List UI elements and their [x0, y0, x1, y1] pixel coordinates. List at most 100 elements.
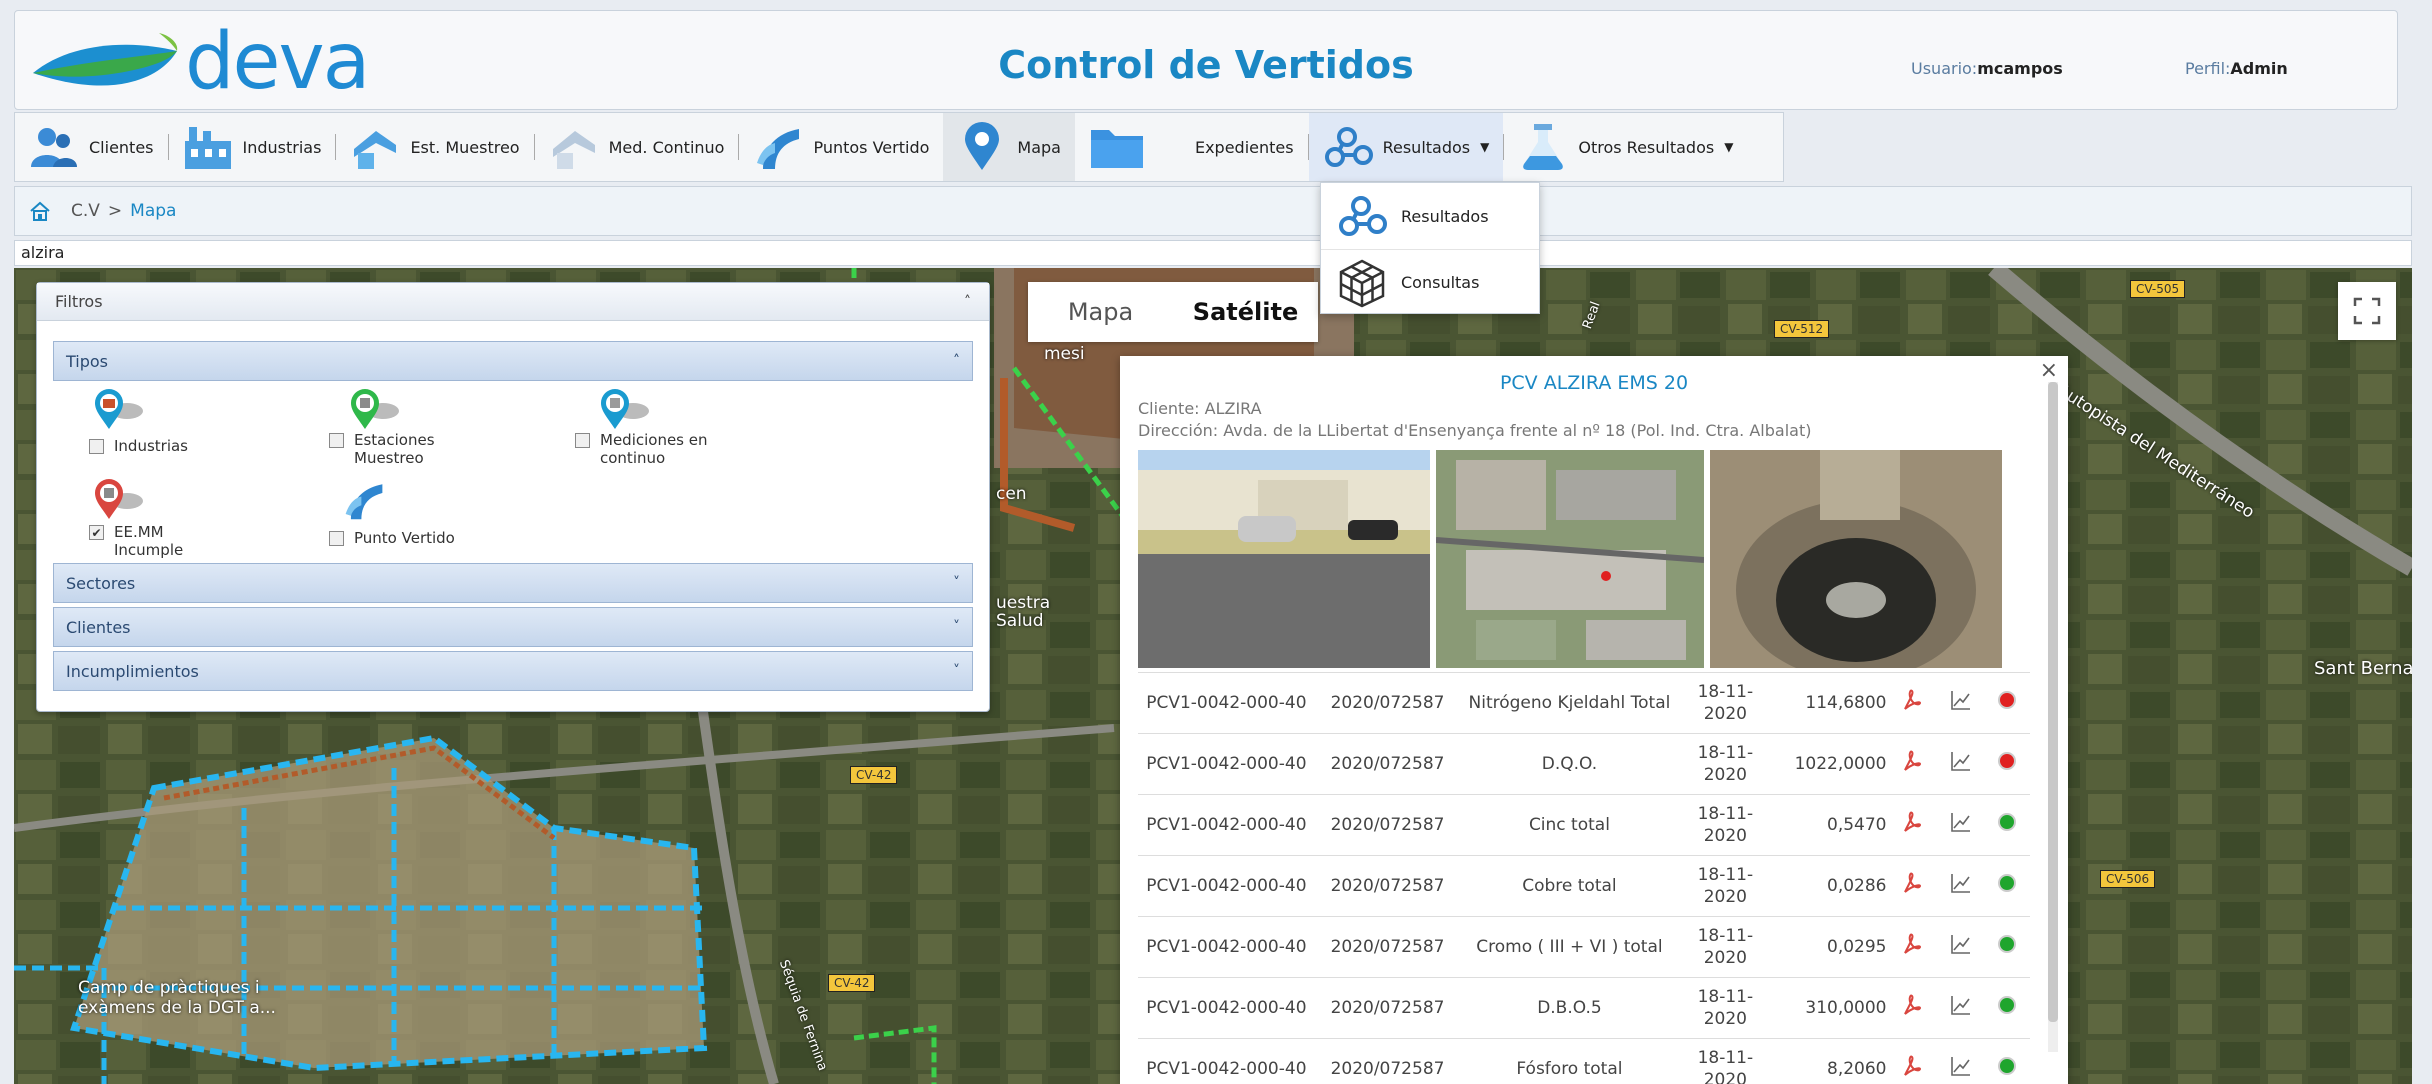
status-dot: [1984, 733, 2030, 795]
nav-med-continuo[interactable]: Med. Continuo: [535, 113, 739, 181]
nav-label: Resultados: [1382, 137, 1471, 157]
road-label: CV-506: [2100, 870, 2156, 888]
dropdown-item-resultados[interactable]: Resultados: [1321, 183, 1539, 249]
nav-est-muestreo[interactable]: Est. Muestreo: [336, 113, 533, 181]
cell-code: PCV1-0042-000-40: [1138, 672, 1315, 734]
nav-label: Clientes: [89, 137, 154, 157]
status-dot: [1984, 794, 2030, 856]
road-label: CV-42: [850, 766, 898, 784]
status-dot: [1984, 977, 2030, 1039]
dropdown-label: Resultados: [1401, 206, 1489, 226]
molecule-icon: [1323, 122, 1373, 172]
continuous-marker-icon: [601, 389, 649, 429]
tipo-checkbox[interactable]: [575, 433, 590, 448]
table-row: PCV1-0042-000-40 2020/072587 Cobre total 18…: [1138, 855, 2030, 917]
map-label-place: uestra Salud: [996, 593, 1051, 631]
tipo-checkbox[interactable]: [329, 531, 344, 546]
flask-icon: [1518, 122, 1568, 172]
pdf-icon[interactable]: [1886, 916, 1939, 978]
sectores-accordion-header[interactable]: Sectores ˅: [53, 563, 973, 603]
map-label-place: Sant Berna: [2314, 658, 2412, 679]
status-red-icon: [1998, 752, 2017, 770]
dropdown-item-consultas[interactable]: Consultas: [1321, 249, 1539, 315]
cell-expediente: 2020/072587: [1314, 916, 1461, 978]
nav-mapa[interactable]: Mapa: [943, 113, 1075, 181]
map-type-mapa[interactable]: Mapa: [1028, 282, 1173, 342]
line-chart-icon[interactable]: [1938, 733, 1985, 795]
nav-label: Puntos Vertido: [813, 137, 930, 157]
pdf-icon[interactable]: [1886, 977, 1939, 1039]
pdf-icon[interactable]: [1886, 855, 1939, 917]
nav-label: Industrias: [242, 137, 322, 157]
tipo-eemm-incumple: ✔ EE.MM Incumple: [89, 475, 204, 559]
clientes-accordion-header[interactable]: Clientes ˅: [53, 607, 973, 647]
line-chart-icon[interactable]: [1938, 794, 1985, 856]
manhole-photo[interactable]: [1710, 450, 2002, 668]
line-chart-icon[interactable]: [1938, 855, 1985, 917]
line-chart-icon[interactable]: [1938, 916, 1985, 978]
profile-label: Perfil:: [2185, 59, 2231, 78]
map-type-satelite[interactable]: Satélite: [1173, 282, 1318, 342]
cell-expediente: 2020/072587: [1314, 1038, 1461, 1084]
pdf-icon[interactable]: [1886, 794, 1939, 856]
fullscreen-icon: [2353, 297, 2381, 325]
breadcrumb-root[interactable]: C.V: [71, 201, 100, 221]
chevron-up-icon: ˄: [964, 293, 971, 310]
fullscreen-button[interactable]: [2338, 282, 2396, 340]
folder-icon: [1089, 122, 1145, 172]
status-dot: [1984, 1038, 2030, 1084]
tipo-checkbox[interactable]: ✔: [89, 525, 104, 540]
cell-parametro: Nitrógeno Kjeldahl Total: [1460, 672, 1679, 734]
filters-panel: Filtros ˄ Tipos ˄ Industrias Estaciones …: [36, 282, 990, 712]
nav-industrias[interactable]: Industrias: [169, 113, 336, 181]
map-search-input[interactable]: alzira: [14, 240, 2412, 266]
status-dot: [1984, 855, 2030, 917]
nav-otros-resultados[interactable]: Otros Resultados ▼: [1504, 113, 1747, 181]
pdf-icon[interactable]: [1886, 733, 1939, 795]
nav-label: Expedientes: [1194, 137, 1294, 157]
line-chart-icon[interactable]: [1938, 672, 1985, 734]
nav-clientes[interactable]: Clientes: [15, 113, 168, 181]
nav-resultados[interactable]: Resultados ▼: [1308, 113, 1504, 181]
incumplimientos-accordion-header[interactable]: Incumplimientos ˅: [53, 651, 973, 691]
map-label-place: Camp de pràctiques i exàmens de la DGT a…: [78, 978, 276, 1018]
line-chart-icon[interactable]: [1938, 977, 1985, 1039]
tipo-checkbox[interactable]: [89, 439, 104, 454]
table-row: PCV1-0042-000-40 2020/072587 Cromo ( III +…: [1138, 916, 2030, 978]
info-popup: × PCV ALZIRA EMS 20 Cliente: ALZIRA Dire…: [1120, 356, 2068, 1084]
resultados-dropdown: Resultados Consultas: [1320, 182, 1540, 314]
chevron-down-icon: ▼: [1480, 140, 1490, 154]
breadcrumb-current[interactable]: Mapa: [130, 201, 176, 221]
cell-valor: 310,0000: [1772, 977, 1887, 1039]
aerial-photo[interactable]: [1436, 450, 1704, 668]
main-nav: Clientes Industrias Est. Muestreo Med. C…: [14, 112, 1784, 182]
tipos-accordion-header[interactable]: Tipos ˄: [53, 341, 973, 381]
cell-code: PCV1-0042-000-40: [1138, 977, 1315, 1039]
nav-expedientes[interactable]: Expedientes: [1075, 113, 1308, 181]
tipo-label: Industrias: [89, 437, 188, 455]
cell-expediente: 2020/072587: [1314, 733, 1461, 795]
checkbox-label: Punto Vertido: [354, 529, 455, 547]
tipo-checkbox[interactable]: [329, 433, 344, 448]
breadcrumb-separator: >: [107, 201, 123, 221]
table-row: PCV1-0042-000-40 2020/072587 Cinc total 18-…: [1138, 794, 2030, 856]
pdf-icon[interactable]: [1886, 1038, 1939, 1084]
results-table-body: PCV1-0042-000-40 2020/072587 Nitrógeno Kje…: [1138, 672, 2030, 1084]
popup-scrollbar[interactable]: [2048, 382, 2058, 1052]
filters-header[interactable]: Filtros ˄: [37, 283, 989, 321]
pdf-icon[interactable]: [1886, 672, 1939, 734]
chevron-down-icon: ˅: [953, 575, 960, 591]
checkbox-label: Estaciones Muestreo: [354, 431, 435, 467]
street-photo[interactable]: [1138, 450, 1430, 668]
nav-puntos-vertido[interactable]: Puntos Vertido: [739, 113, 943, 181]
cell-valor: 1022,0000: [1772, 733, 1887, 795]
cell-fecha: 18-11-2020: [1678, 672, 1773, 734]
cell-code: PCV1-0042-000-40: [1138, 733, 1315, 795]
line-chart-icon[interactable]: [1938, 1038, 1985, 1084]
cell-valor: 114,6800: [1772, 672, 1887, 734]
close-icon[interactable]: ×: [2040, 358, 2058, 383]
chevron-down-icon: ˅: [953, 663, 960, 679]
home-icon[interactable]: [29, 200, 51, 222]
cell-fecha: 18-11-2020: [1678, 733, 1773, 795]
table-row: PCV1-0042-000-40 2020/072587 D.B.O.5 18-11-…: [1138, 977, 2030, 1039]
